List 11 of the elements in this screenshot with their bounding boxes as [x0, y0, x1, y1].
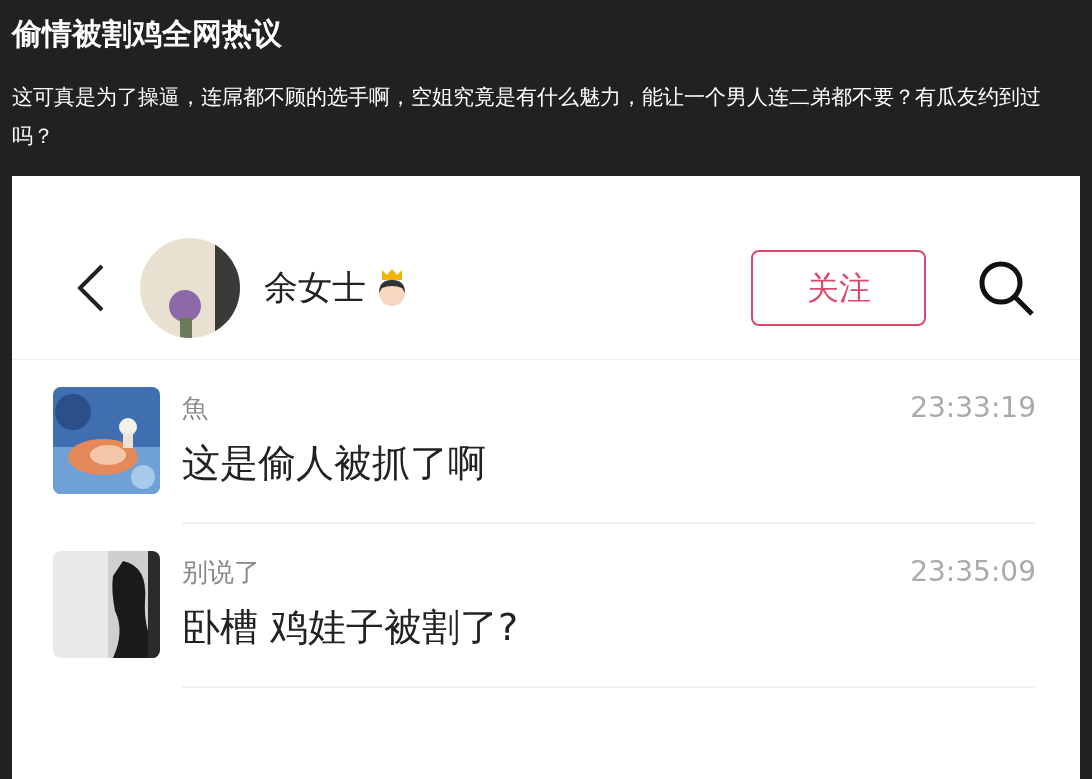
- follow-button[interactable]: 关注: [751, 249, 926, 326]
- message-text: 卧槽 鸡娃子被割了?: [182, 604, 520, 651]
- article-title: 偷情被割鸡全网热议: [12, 15, 283, 53]
- article-body: 这可真是为了操逼，连屌都不顾的选手啊，空姐究竟是有什么魅力，能让一个男人连二弟都不要？有瓜友约到过吗？: [12, 84, 1042, 150]
- sender-name: 魚: [182, 391, 208, 425]
- back-icon[interactable]: [76, 262, 106, 313]
- message-time: 23:35:09: [910, 554, 1036, 590]
- contact-name: 余女士: [264, 266, 366, 309]
- message-time: 23:33:19: [910, 390, 1036, 426]
- sender-name: 别说了: [182, 555, 260, 589]
- message-text: 这是偷人被抓了啊: [182, 440, 487, 487]
